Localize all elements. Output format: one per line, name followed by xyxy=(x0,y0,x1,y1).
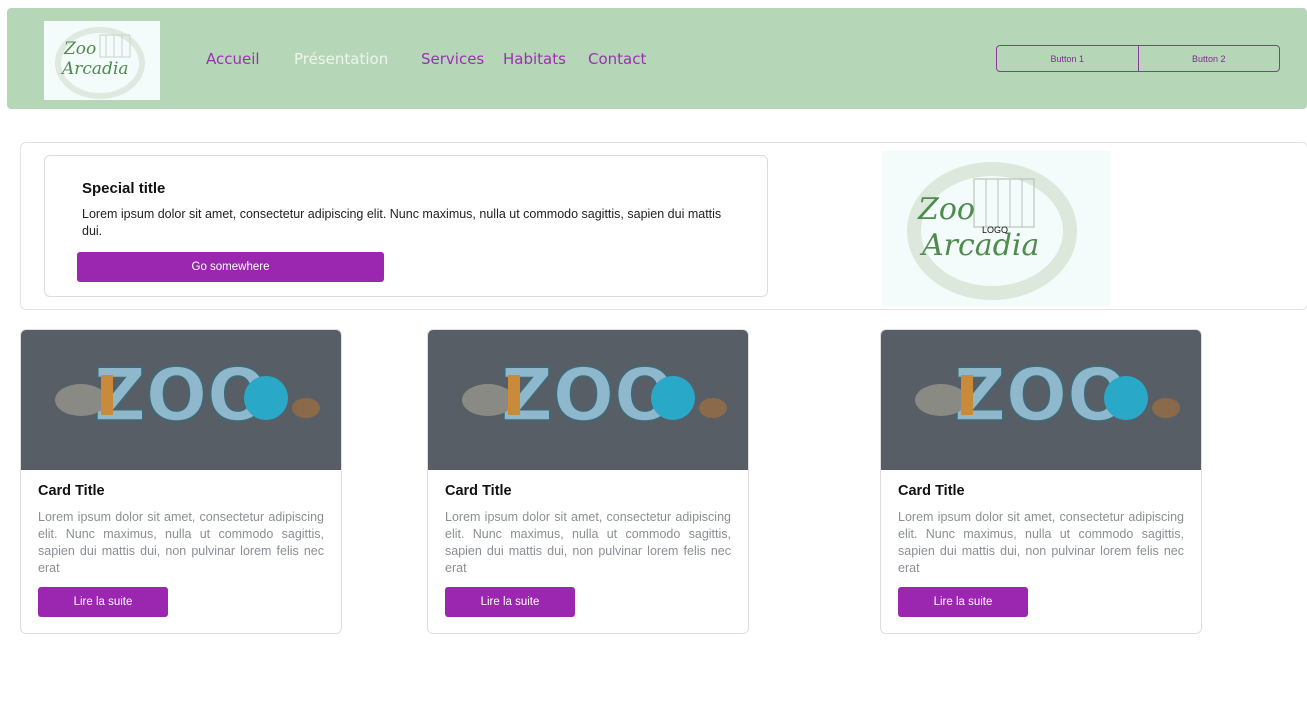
card-2: ZOO Card Title Lorem ipsum dolor sit ame… xyxy=(427,329,749,634)
zoo-image-text: ZOO xyxy=(501,353,676,437)
go-somewhere-button[interactable]: Go somewhere xyxy=(77,252,384,282)
brand-logo[interactable]: Zoo Arcadia xyxy=(44,21,160,100)
button-2[interactable]: Button 2 xyxy=(1137,46,1280,71)
card-title: Card Title xyxy=(445,483,512,499)
hero-text: Lorem ipsum dolor sit amet, consectetur … xyxy=(82,207,722,238)
hero-card: Special title Lorem ipsum dolor sit amet… xyxy=(44,155,768,297)
read-more-button[interactable]: Lire la suite xyxy=(898,587,1028,617)
navbar: Zoo Arcadia Accueil Présentation Service… xyxy=(7,8,1307,109)
nav-button-group: Button 1 Button 2 xyxy=(996,45,1280,72)
card-image: ZOO xyxy=(21,330,341,470)
logo-text-line2: Arcadia xyxy=(60,59,129,79)
card-3: ZOO Card Title Lorem ipsum dolor sit ame… xyxy=(880,329,1202,634)
read-more-button[interactable]: Lire la suite xyxy=(38,587,168,617)
zoo-image-text: ZOO xyxy=(954,353,1129,437)
zoo-image: ZOO xyxy=(462,352,727,438)
hero-logo-graphic: Zoo Arcadia LOGO xyxy=(907,162,1077,300)
card-title: Card Title xyxy=(898,483,965,499)
hero-title: Special title xyxy=(82,180,166,197)
nav-link-presentation[interactable]: Présentation xyxy=(294,50,388,68)
logo-graphic: Zoo Arcadia xyxy=(55,27,145,99)
zoo-image: ZOO xyxy=(55,352,320,438)
hero-logo-caption: LOGO xyxy=(982,225,1008,235)
hero-logo-text-line1: Zoo xyxy=(917,192,975,227)
nav-link-services[interactable]: Services xyxy=(421,50,484,68)
read-more-button[interactable]: Lire la suite xyxy=(445,587,575,617)
card-text: Lorem ipsum dolor sit amet, consectetur … xyxy=(898,510,1184,575)
hero-logo-text-line2: Arcadia xyxy=(919,228,1039,263)
nav-link-habitats[interactable]: Habitats xyxy=(503,50,566,68)
hero-logo: Zoo Arcadia LOGO xyxy=(882,151,1110,306)
card-text: Lorem ipsum dolor sit amet, consectetur … xyxy=(38,510,324,575)
card-title: Card Title xyxy=(38,483,105,499)
logo-text-line1: Zoo xyxy=(63,39,96,59)
card-image: ZOO xyxy=(881,330,1201,470)
hero-section: Special title Lorem ipsum dolor sit amet… xyxy=(20,142,1307,310)
button-1[interactable]: Button 1 xyxy=(997,46,1138,71)
card-1: ZOO Card Title Lorem ipsum dolor sit ame… xyxy=(20,329,342,634)
nav-link-contact[interactable]: Contact xyxy=(588,50,646,68)
card-text: Lorem ipsum dolor sit amet, consectetur … xyxy=(445,510,731,575)
card-image: ZOO xyxy=(428,330,748,470)
zoo-image: ZOO xyxy=(915,352,1180,438)
zoo-image-text: ZOO xyxy=(94,353,269,437)
nav-link-accueil[interactable]: Accueil xyxy=(206,50,260,68)
